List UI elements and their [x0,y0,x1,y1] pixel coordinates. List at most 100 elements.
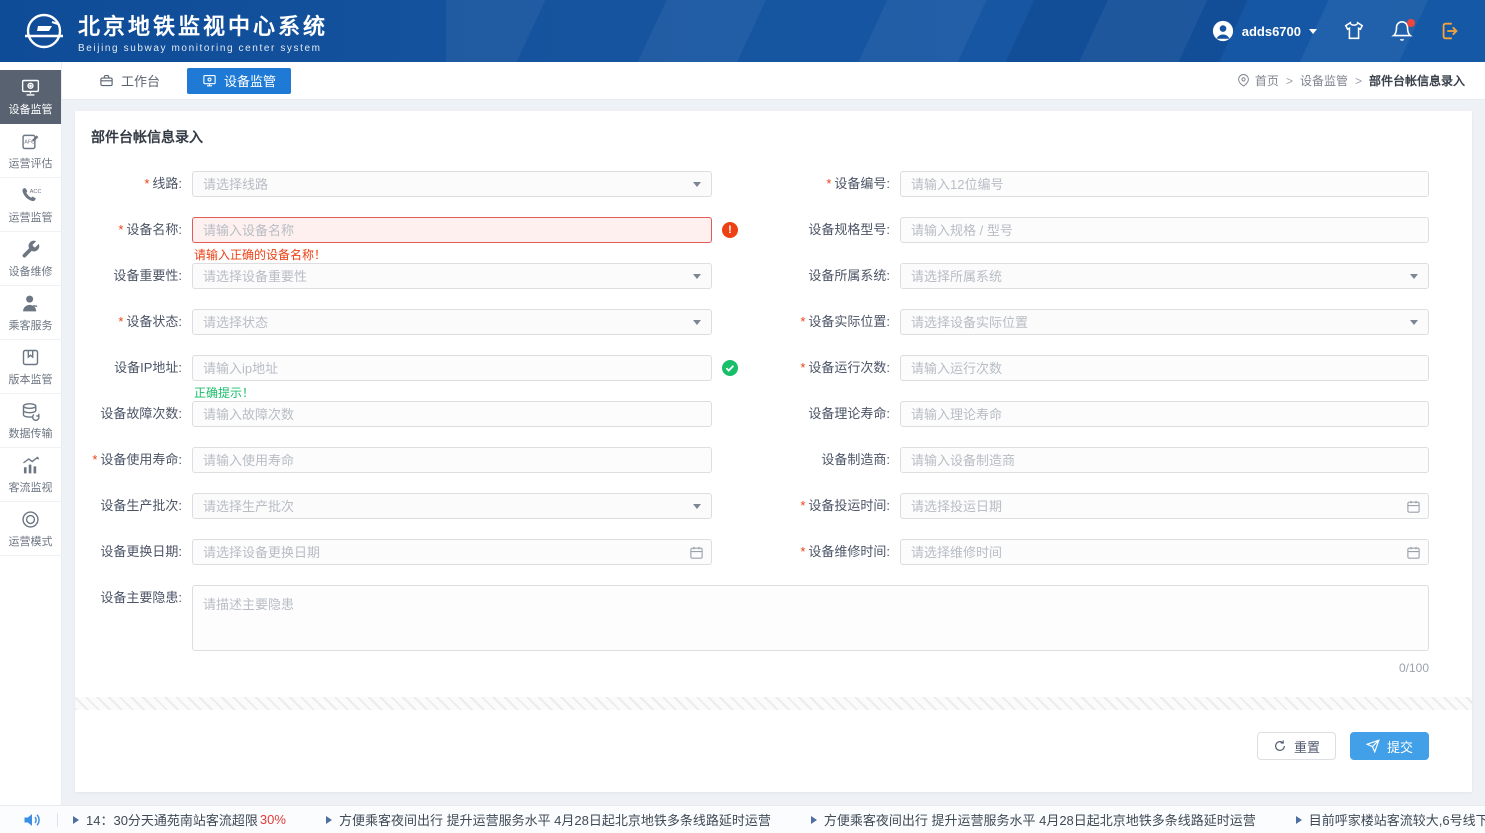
sidebar-item-operation-evaluate[interactable]: AFC 运营评估 [0,124,61,178]
device-number-field [900,171,1429,197]
label-device-commission-date: 设备投运时间: [727,493,900,519]
label-device-replace-date: 设备更换日期: [90,539,192,565]
calendar-icon [1406,499,1421,514]
device-name-input[interactable] [193,218,711,242]
device-production-batch-input[interactable] [193,494,711,518]
device-maintenance-date-input[interactable] [901,540,1428,564]
afc-evaluate-icon: AFC [20,131,41,152]
sidebar-item-device-monitor[interactable]: 设备监管 [0,70,61,124]
mode-circle-icon [20,509,41,530]
monitor-icon [202,73,217,88]
sidebar-item-operation-mode[interactable]: 运营模式 [0,502,61,556]
label-device-system: 设备所属系统: [727,263,900,289]
device-spec-model-input[interactable] [901,218,1428,242]
user-menu[interactable]: adds6700 [1212,20,1317,42]
breadcrumb: 首页 > 设备监管 > 部件台帐信息录入 [1237,72,1465,89]
label-device-location: 设备实际位置: [727,309,900,335]
form-footer: 重置 提交 [75,710,1472,760]
label-device-importance: 设备重要性: [90,263,192,289]
device-ip-success-message: 正确提示！ [194,384,254,401]
subway-logo-icon [22,9,66,53]
content-area: 工作台 设备监管 首页 > 设备监管 > 部件台帐信息录入 部件台帐信息录入 线… [62,62,1485,805]
passenger-icon [20,293,41,314]
device-replace-date-input[interactable] [193,540,711,564]
device-fault-count-field [192,401,712,427]
notification-dot [1407,19,1415,27]
device-system-select[interactable] [900,263,1429,289]
sidebar-item-operation-monitor[interactable]: ACC 运营监管 [0,178,61,232]
device-ip-input[interactable] [193,356,711,380]
ticker-highlight: 30% [260,812,286,827]
chevron-down-icon [693,274,701,283]
chevron-down-icon [693,320,701,329]
device-name-error-message: 请输入正确的设备名称！ [194,246,326,263]
traffic-chart-icon [20,455,41,476]
label-device-fault-count: 设备故障次数: [90,401,192,427]
sidebar-item-device-repair[interactable]: 设备维修 [0,232,61,286]
device-location-select[interactable] [900,309,1429,335]
device-name-field [192,217,712,243]
char-counter: 0/100 [192,661,1429,675]
ticker-divider [57,813,58,827]
label-line: 线路: [90,171,192,197]
chevron-down-icon [1410,274,1418,283]
chevron-down-icon [693,504,701,513]
username: adds6700 [1242,24,1301,39]
device-location-input[interactable] [901,310,1428,334]
app-subtitle: Beijing subway monitoring center system [78,43,328,54]
sidebar-item-passenger-service[interactable]: 乘客服务 [0,286,61,340]
sidebar-item-traffic-monitor[interactable]: 客流监视 [0,448,61,502]
sidebar: 设备监管 AFC 运营评估 ACC 运营监管 设备维修 乘客服务 版本监管 数据… [0,62,62,805]
device-theoretical-life-input[interactable] [901,402,1428,426]
submit-button[interactable]: 提交 [1350,732,1429,760]
device-run-count-input[interactable] [901,356,1428,380]
device-monitor-icon [20,77,41,98]
device-fault-count-input[interactable] [193,402,711,426]
device-replace-date-picker[interactable] [192,539,712,565]
label-device-status: 设备状态: [90,309,192,335]
device-maintenance-date-picker[interactable] [900,539,1429,565]
notifications-bell-icon[interactable] [1391,20,1413,42]
device-status-input[interactable] [193,310,711,334]
chevron-down-icon [1309,29,1317,38]
reset-icon [1273,739,1287,753]
sidebar-item-version-monitor[interactable]: 版本监管 [0,340,61,394]
device-number-input[interactable] [901,172,1428,196]
svg-text:ACC: ACC [30,188,41,194]
ticker-item: 14：30分天通苑南站客流超限30% [73,810,286,829]
label-device-theoretical-life: 设备理论寿命: [727,401,900,427]
breadcrumb-device-monitor[interactable]: 设备监管 [1300,72,1348,89]
reset-button[interactable]: 重置 [1257,732,1336,760]
news-ticker: 14：30分天通苑南站客流超限30% 方便乘客夜间出行 提升运营服务水平 4月2… [0,805,1485,833]
label-device-run-count: 设备运行次数: [727,355,900,381]
device-commission-date-input[interactable] [901,494,1428,518]
tab-workbench[interactable]: 工作台 [84,68,175,94]
ticker-item: 方便乘客夜间出行 提升运营服务水平 4月28日起北京地铁多条线路延时运营 [811,810,1256,829]
line-select[interactable] [192,171,712,197]
device-system-input[interactable] [901,264,1428,288]
device-run-count-field [900,355,1429,381]
wrench-icon [20,239,41,260]
device-manufacturer-input[interactable] [901,448,1428,472]
breadcrumb-home[interactable]: 首页 [1255,72,1279,89]
device-status-select[interactable] [192,309,712,335]
label-device-ip: 设备IP地址: [90,355,192,381]
label-device-manufacturer: 设备制造商: [727,447,900,473]
device-importance-input[interactable] [193,264,711,288]
label-device-number: 设备编号: [727,171,900,197]
device-service-life-input[interactable] [193,448,711,472]
chevron-down-icon [1410,320,1418,329]
theme-skin-icon[interactable] [1343,20,1365,42]
device-importance-select[interactable] [192,263,712,289]
logout-icon[interactable] [1439,20,1461,42]
app-header: 北京地铁监视中心系统 Beijing subway monitoring cen… [0,0,1485,62]
tab-device-monitor[interactable]: 设备监管 [187,68,291,94]
device-hazard-textarea[interactable] [192,585,1429,651]
sidebar-item-data-transfer[interactable]: 数据传输 [0,394,61,448]
app-title: 北京地铁监视中心系统 [78,9,328,41]
briefcase-icon [99,73,114,88]
label-device-maintenance-date: 设备维修时间: [727,539,900,565]
line-select-input[interactable] [193,172,711,196]
device-production-batch-select[interactable] [192,493,712,519]
device-commission-date-picker[interactable] [900,493,1429,519]
